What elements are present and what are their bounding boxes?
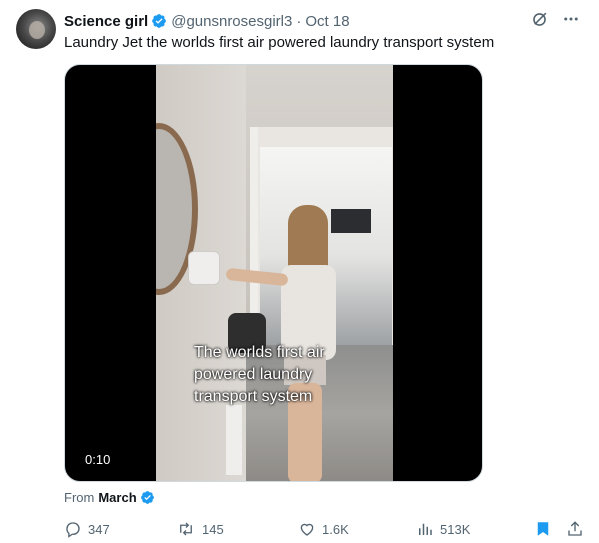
- laundry-tube: [226, 405, 242, 475]
- caption-line: transport system: [194, 388, 313, 405]
- views-icon: [419, 523, 432, 535]
- video-frame: [156, 65, 393, 481]
- tweet-header: Science girl @gunsnrosesgirl3 · Oct 18: [64, 11, 350, 31]
- laundry-device: [188, 251, 220, 285]
- repost-icon: [180, 522, 192, 536]
- video-player[interactable]: The worlds first air powered laundry tra…: [64, 64, 483, 482]
- more-icon[interactable]: [561, 9, 581, 29]
- repost-button[interactable]: 145: [176, 520, 224, 538]
- source-attribution: From March: [64, 490, 155, 505]
- bookmark-button[interactable]: [534, 520, 558, 538]
- caption-line: The worlds first air: [194, 344, 325, 361]
- like-button[interactable]: 1.6K: [298, 520, 349, 538]
- like-count: 1.6K: [322, 521, 349, 537]
- views-count: 513K: [440, 521, 471, 537]
- grok-icon[interactable]: [529, 9, 549, 29]
- views-button[interactable]: 513K: [416, 520, 470, 538]
- source-prefix: From: [64, 490, 95, 505]
- author-name[interactable]: Science girl: [64, 13, 148, 30]
- repost-count: 145: [202, 521, 224, 537]
- verified-badge-icon: [152, 14, 167, 28]
- like-icon: [300, 523, 314, 536]
- verified-badge-icon: [140, 491, 154, 504]
- tweet-text: Laundry Jet the worlds first air powered…: [64, 34, 495, 51]
- avatar[interactable]: [16, 9, 56, 49]
- share-button[interactable]: [566, 520, 590, 538]
- video-tv: [331, 209, 371, 233]
- bookmark-icon: [537, 522, 549, 536]
- video-timestamp: 0:10: [77, 449, 119, 471]
- caption-line: powered laundry: [194, 366, 313, 383]
- reply-icon: [66, 522, 80, 538]
- video-caption: The worlds first air powered laundry tra…: [65, 342, 482, 408]
- reply-count: 347: [88, 521, 110, 537]
- share-icon: [568, 521, 582, 536]
- tweet: Science girl @gunsnrosesgirl3 · Oct 18 L…: [0, 0, 599, 543]
- separator-dot: ·: [296, 12, 302, 30]
- source-name[interactable]: March: [98, 490, 136, 505]
- tweet-date[interactable]: Oct 18: [305, 13, 349, 30]
- author-handle[interactable]: @gunsnrosesgirl3: [171, 13, 292, 30]
- action-bar: 347 145 1.6K 513K: [60, 520, 585, 542]
- top-actions: [529, 9, 581, 29]
- reply-button[interactable]: 347: [64, 520, 110, 538]
